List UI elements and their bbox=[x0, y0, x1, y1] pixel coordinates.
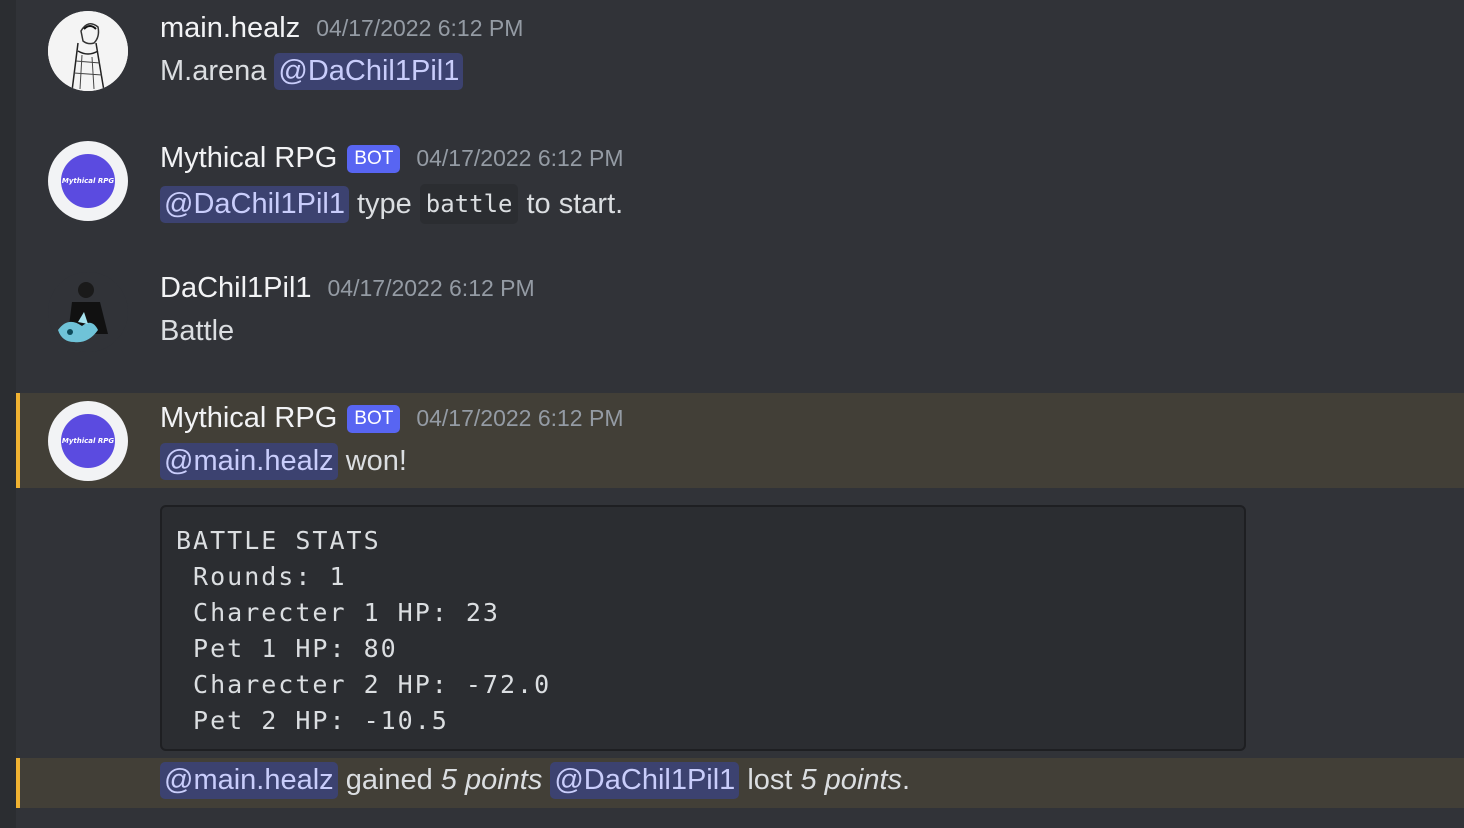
message-timestamp: 04/17/2022 6:12 PM bbox=[327, 275, 535, 301]
code-line: Pet 1 HP: 80 bbox=[176, 634, 398, 663]
message-dachil1pil1: DaChil1Pil1 04/17/2022 6:12 PM Battle bbox=[16, 260, 1464, 392]
message-mythical-rpg: Mythical RPG Mythical RPG BOT 04/17/2022… bbox=[16, 128, 1464, 260]
gained-text: gained bbox=[345, 764, 433, 796]
bot-badge: BOT bbox=[347, 404, 401, 433]
code-line: Charecter 1 HP: 23 bbox=[176, 598, 500, 627]
message-timestamp: 04/17/2022 6:12 PM bbox=[416, 145, 624, 171]
avatar[interactable]: Mythical RPG bbox=[48, 141, 128, 221]
user-mention[interactable]: @DaChil1Pil1 bbox=[274, 53, 464, 90]
user-mention[interactable]: @main.healz bbox=[160, 443, 338, 480]
message-text: to start. bbox=[526, 187, 624, 220]
message-text: won! bbox=[345, 445, 407, 477]
bot-logo-icon: Mythical RPG bbox=[61, 414, 115, 468]
code-line: BATTLE STATS bbox=[176, 526, 381, 555]
code-line: Charecter 2 HP: -72.0 bbox=[176, 670, 552, 699]
author-name[interactable]: DaChil1Pil1 bbox=[160, 272, 312, 305]
avatar[interactable]: Mythical RPG bbox=[48, 401, 128, 481]
message-result: @main.healz gained 5 points @DaChil1Pil1… bbox=[16, 758, 1464, 808]
message-text: type bbox=[356, 187, 412, 220]
message-text: M.arena bbox=[160, 55, 267, 87]
message-timestamp: 04/17/2022 6:12 PM bbox=[416, 405, 624, 431]
author-name[interactable]: Mythical RPG bbox=[160, 142, 337, 175]
character-with-pet-avatar-icon bbox=[48, 272, 128, 352]
message-text: Battle bbox=[160, 315, 235, 347]
message-main-healz: main.healz 04/17/2022 6:12 PM M.arena @D… bbox=[16, 0, 1464, 128]
inline-code: battle bbox=[419, 184, 519, 224]
author-name[interactable]: main.healz bbox=[160, 12, 300, 45]
user-mention[interactable]: @DaChil1Pil1 bbox=[160, 185, 349, 223]
avatar[interactable] bbox=[48, 11, 128, 91]
points-lost: 5 points bbox=[800, 764, 903, 796]
period-text: . bbox=[902, 764, 911, 796]
author-name[interactable]: Mythical RPG bbox=[160, 402, 337, 435]
bot-logo-icon: Mythical RPG bbox=[61, 154, 115, 208]
winner-mention[interactable]: @main.healz bbox=[160, 762, 338, 799]
sketch-portrait-avatar-icon bbox=[48, 11, 128, 91]
avatar[interactable] bbox=[48, 272, 128, 352]
message-mythical-rpg-won: Mythical RPG Mythical RPG BOT 04/17/2022… bbox=[16, 393, 1464, 488]
left-gutter bbox=[0, 0, 16, 828]
points-gained: 5 points bbox=[440, 764, 543, 796]
bot-badge: BOT bbox=[347, 144, 401, 173]
battle-stats-codeblock: BATTLE STATS Rounds: 1 Charecter 1 HP: 2… bbox=[160, 505, 1246, 751]
message-timestamp: 04/17/2022 6:12 PM bbox=[316, 15, 524, 41]
code-line: Pet 2 HP: -10.5 bbox=[176, 706, 449, 735]
code-line: Rounds: 1 bbox=[176, 562, 347, 591]
lost-text: lost bbox=[747, 764, 793, 796]
loser-mention[interactable]: @DaChil1Pil1 bbox=[550, 762, 740, 799]
